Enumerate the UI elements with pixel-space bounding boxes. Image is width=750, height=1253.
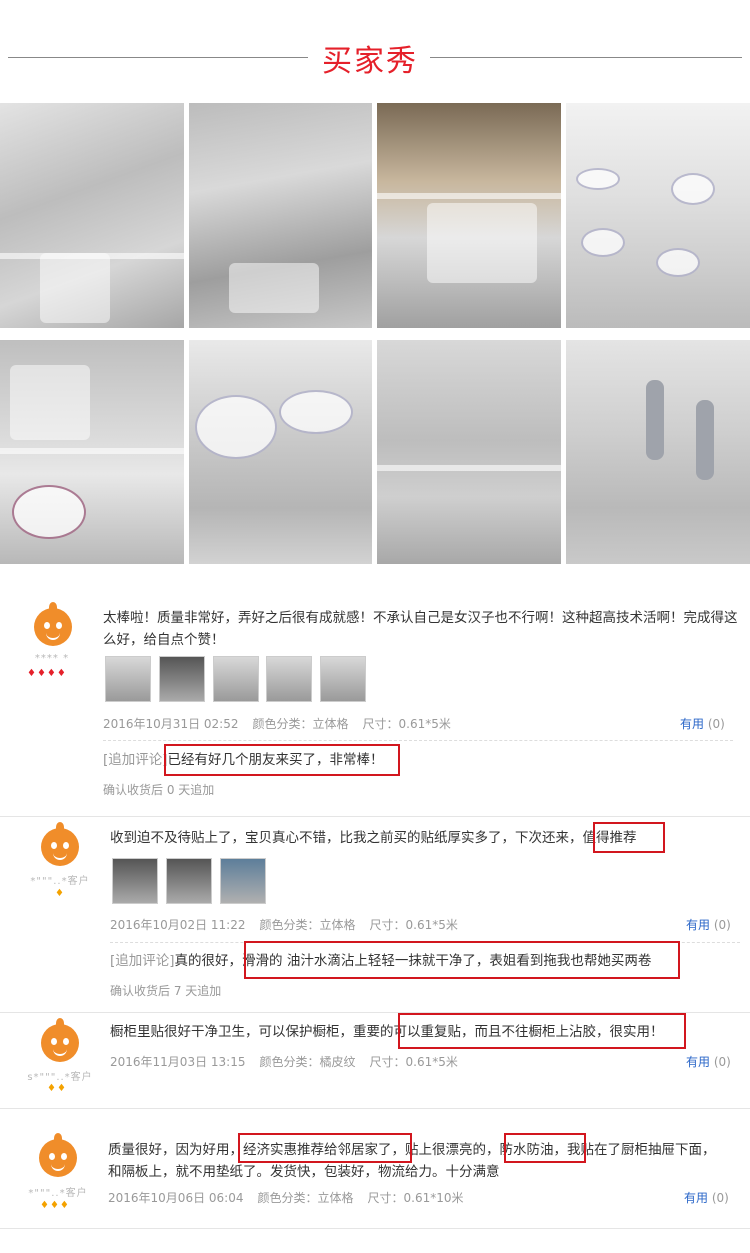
useful-button[interactable]: 有用 (0) <box>686 916 731 933</box>
pipe-decor <box>696 400 714 480</box>
shelf-decor <box>377 193 561 199</box>
useful-label[interactable]: 有用 <box>684 1191 708 1205</box>
review-date: 2016年11月03日 13:15 <box>110 1055 246 1069</box>
avatar[interactable] <box>34 602 72 646</box>
useful-label[interactable]: 有用 <box>686 918 710 932</box>
user-level-badge: ♦♦♦♦ <box>27 668 67 679</box>
review-date: 2016年10月31日 02:52 <box>103 717 239 731</box>
buyer-photo-6[interactable] <box>189 340 372 564</box>
user-level-badge: ♦♦♦ <box>40 1200 70 1211</box>
useful-button[interactable]: 有用 (0) <box>680 715 725 732</box>
header-divider-right <box>430 57 742 58</box>
review-text: 质量很好，因为好用，经济实惠推荐给邻居家了，贴上很漂亮的，防水防油，我贴在了厨柜… <box>108 1139 748 1183</box>
avatar[interactable] <box>41 822 79 866</box>
highlight-box <box>398 1013 686 1049</box>
useful-count: (0) <box>713 918 731 932</box>
additional-review-note: 确认收货后 0 天追加 <box>103 783 215 797</box>
review-thumbnail[interactable] <box>213 656 259 702</box>
bowl-decor <box>656 248 700 277</box>
additional-review-tag: [追加评论] <box>103 752 168 768</box>
review-thumbnail[interactable] <box>166 858 212 904</box>
highlight-box <box>238 1133 412 1163</box>
review-thumbnail[interactable] <box>220 858 266 904</box>
size-option: 尺寸：0.61*5米 <box>369 918 458 932</box>
pipe-decor <box>646 380 664 460</box>
size-option: 尺寸：0.61*5米 <box>362 717 451 731</box>
section-title: 买家秀 <box>322 44 418 79</box>
color-option: 颜色分类：立体格 <box>257 1191 354 1205</box>
bowl-decor <box>12 485 86 539</box>
review-thumbnail[interactable] <box>320 656 366 702</box>
avatar[interactable] <box>39 1133 77 1177</box>
review-thumbnail[interactable] <box>159 656 205 702</box>
review-separator <box>0 1228 750 1229</box>
bowl-decor <box>671 173 715 205</box>
highlight-box <box>244 941 680 979</box>
review-thumbnail[interactable] <box>105 656 151 702</box>
review-meta: 2016年11月03日 13:15 颜色分类：橘皮纹 尺寸：0.61*5米 <box>110 1053 472 1070</box>
review-text-line: 质量很好，因为好用，经济实惠推荐给邻居家了，贴上很漂亮的，防水防油，我贴在了厨柜… <box>108 1142 716 1158</box>
review-text-line: 和隔板上，就不用垫纸了。发货快，包装好，物流给力。十分满意 <box>108 1164 500 1180</box>
plate-decor <box>576 168 620 190</box>
section-header: 买家秀 <box>0 0 750 100</box>
user-name: *"""..*客户 <box>28 1188 88 1199</box>
buyer-photo-8[interactable] <box>566 340 750 564</box>
jars-decor <box>427 203 537 283</box>
review-text: 太棒啦！质量非常好，弄好之后很有成就感！不承认自己是女汉子也不行啊！这种超高技术… <box>103 610 738 648</box>
useful-count: (0) <box>707 717 725 731</box>
plate-decor <box>195 395 277 459</box>
user-level-badge: ♦♦ <box>47 1083 67 1094</box>
bowl-decor <box>581 228 625 257</box>
shelf-decor <box>0 448 184 454</box>
useful-button[interactable]: 有用 (0) <box>686 1053 731 1070</box>
buyer-photo-7[interactable] <box>377 340 561 564</box>
color-option: 颜色分类：立体格 <box>252 717 349 731</box>
color-option: 颜色分类：立体格 <box>259 918 356 932</box>
shelf-decor <box>377 465 561 471</box>
pot-decor <box>40 253 110 323</box>
additional-review-tag: [追加评论] <box>110 953 175 969</box>
useful-label[interactable]: 有用 <box>680 717 704 731</box>
review-thumbnail[interactable] <box>112 858 158 904</box>
review-date: 2016年10月06日 06:04 <box>108 1191 244 1205</box>
avatar[interactable] <box>41 1018 79 1062</box>
buyer-photo-1[interactable] <box>0 103 184 328</box>
highlight-box <box>164 744 400 776</box>
user-name: **** * <box>34 653 70 664</box>
review-meta: 2016年10月02日 11:22 颜色分类：立体格 尺寸：0.61*5米 <box>110 916 472 933</box>
review-date: 2016年10月02日 11:22 <box>110 918 246 932</box>
useful-count: (0) <box>713 1055 731 1069</box>
buyer-photo-3[interactable] <box>377 103 561 328</box>
size-option: 尺寸：0.61*10米 <box>367 1191 464 1205</box>
review-thumbnail[interactable] <box>266 656 312 702</box>
divider <box>103 740 733 741</box>
buyer-photo-2[interactable] <box>189 103 372 328</box>
buyer-photo-5[interactable] <box>0 340 184 564</box>
review-meta: 2016年10月06日 06:04 颜色分类：立体格 尺寸：0.61*10米 <box>108 1189 478 1206</box>
review-separator <box>0 816 750 817</box>
stove-decor <box>229 263 319 313</box>
highlight-box <box>593 822 665 853</box>
user-name: *"""..*客户 <box>30 876 90 887</box>
useful-button[interactable]: 有用 (0) <box>684 1189 729 1206</box>
review-text-main: 收到迫不及待贴上了，宝贝真心不错，比我之前买的贴纸厚实多了，下次还来， <box>110 830 583 846</box>
buyer-photo-4[interactable] <box>566 103 750 328</box>
useful-label[interactable]: 有用 <box>686 1055 710 1069</box>
additional-review-note: 确认收货后 7 天追加 <box>110 984 222 998</box>
useful-count: (0) <box>711 1191 729 1205</box>
highlight-box <box>504 1133 586 1163</box>
header-divider-left <box>8 57 308 58</box>
steamer-decor <box>10 365 90 440</box>
review-separator <box>0 1108 750 1109</box>
size-option: 尺寸：0.61*5米 <box>369 1055 458 1069</box>
plate-decor <box>279 390 353 434</box>
review-meta: 2016年10月31日 02:52 颜色分类：立体格 尺寸：0.61*5米 <box>103 715 465 732</box>
user-name: s*"""..*客户 <box>27 1072 93 1083</box>
color-option: 颜色分类：橘皮纹 <box>259 1055 356 1069</box>
user-level-badge: ♦ <box>55 888 65 899</box>
